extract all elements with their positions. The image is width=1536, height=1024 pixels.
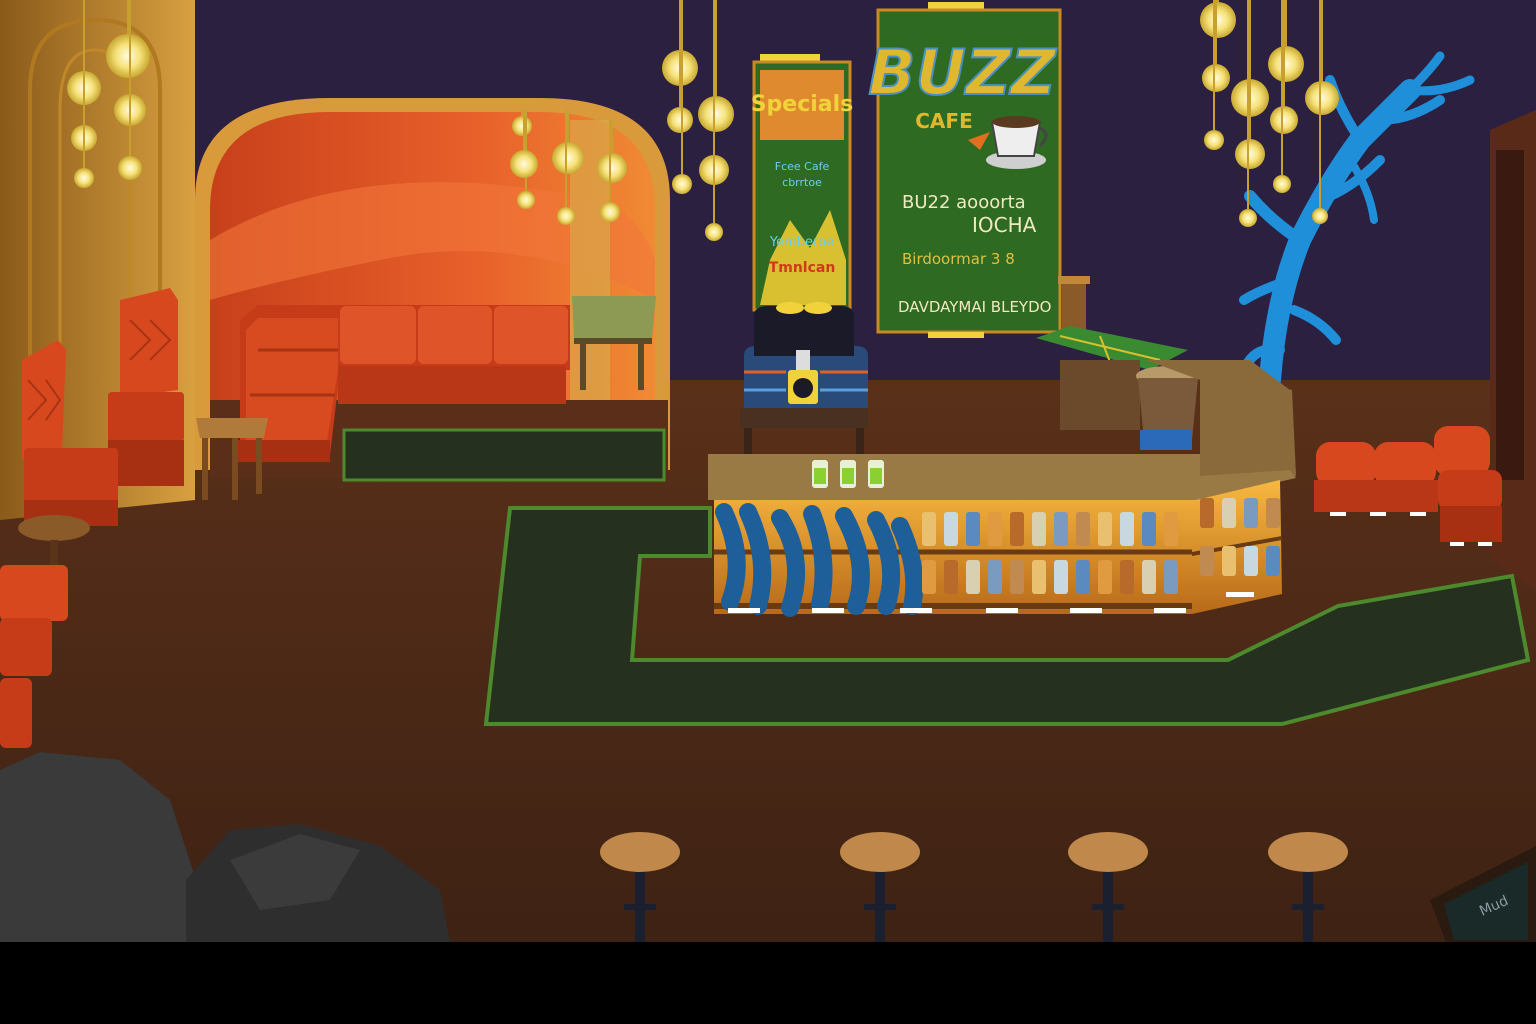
shelf-bottle bbox=[1200, 546, 1214, 576]
right-wall-inset bbox=[1496, 150, 1524, 480]
pendant-lamp bbox=[1200, 2, 1236, 38]
shelf-bottle bbox=[1142, 560, 1156, 594]
specials-scribble-2: cbrrtoe bbox=[782, 176, 822, 189]
small-wooden-table[interactable] bbox=[196, 418, 268, 500]
shelf-bottle bbox=[1076, 560, 1090, 594]
shelf-bottle bbox=[922, 560, 936, 594]
pendant-lamp bbox=[74, 168, 94, 188]
pendant-lamp bbox=[552, 142, 584, 174]
shelf-bottle bbox=[1164, 512, 1178, 546]
pendant-lamp bbox=[1239, 209, 1257, 227]
pendant-lamp bbox=[698, 96, 734, 132]
pendant-lamp bbox=[106, 34, 150, 78]
shelf-bottle bbox=[944, 560, 958, 594]
shelf-bottle bbox=[944, 512, 958, 546]
shelf-bottle bbox=[966, 512, 980, 546]
drink-liquid bbox=[870, 468, 882, 484]
shelf-bottle bbox=[1054, 560, 1068, 594]
shelf-bottle bbox=[988, 560, 1002, 594]
alcove-rug bbox=[342, 428, 666, 482]
specials-bottom-1: Yemberoe bbox=[769, 235, 834, 250]
pendant-lamp bbox=[1235, 139, 1265, 169]
menu-line-4: DAVDAYMAI BLEYDO bbox=[898, 298, 1051, 316]
specials-title: Specials bbox=[751, 92, 854, 117]
specials-scribble-1: Fcee Cafe bbox=[775, 160, 830, 173]
shelf-bottle bbox=[1098, 512, 1112, 546]
pendant-lamp bbox=[510, 150, 538, 178]
buzz-title: BUZZ bbox=[868, 36, 1057, 109]
specials-bottom-2: Tmnlcan bbox=[769, 260, 836, 276]
specials-sign: Specials Fcee Cafe cbrrtoe Yemberoe Tmnl… bbox=[751, 54, 854, 312]
shelf-bottle bbox=[1142, 512, 1156, 546]
shelf-bottle bbox=[1120, 512, 1134, 546]
pendant-lamp bbox=[1268, 46, 1304, 82]
pendant-lamp bbox=[557, 207, 575, 225]
pendant-lamp bbox=[1204, 130, 1224, 150]
cafe-scene-canvas: Specials Fcee Cafe cbrrtoe Yemberoe Tmnl… bbox=[0, 0, 1536, 1024]
pendant-lamp bbox=[705, 223, 723, 241]
shelf-bottle bbox=[1244, 498, 1258, 528]
shelf-bottle bbox=[1076, 512, 1090, 546]
shelf-bottle bbox=[1032, 560, 1046, 594]
shelf-bottle bbox=[1010, 560, 1024, 594]
shelf-bottle bbox=[1244, 546, 1258, 576]
shelf-bottle bbox=[922, 512, 936, 546]
pendant-lamp bbox=[600, 202, 620, 222]
pendant-lamp bbox=[1305, 81, 1339, 115]
cafe-subtitle: CAFE bbox=[915, 109, 972, 133]
menu-line-1: BU22 aooorta bbox=[902, 192, 1026, 213]
pendant-lamp bbox=[118, 156, 142, 180]
shelf-bottle bbox=[1200, 498, 1214, 528]
pendant-lamp bbox=[1312, 208, 1328, 224]
buzz-cafe-sign: BUZZ CAFE BU22 aooorta IOCHA Birdoormar … bbox=[867, 2, 1062, 338]
pendant-lamp bbox=[667, 107, 693, 133]
right-sofa[interactable] bbox=[1314, 442, 1438, 516]
shelf-bottle bbox=[1098, 560, 1112, 594]
cafe-scene: Specials Fcee Cafe cbrrtoe Yemberoe Tmnl… bbox=[0, 0, 1536, 1024]
pendant-lamp bbox=[512, 116, 532, 136]
shelf-bottle bbox=[1120, 560, 1134, 594]
shelf-bottle bbox=[1266, 498, 1280, 528]
shelf-bottle bbox=[1010, 512, 1024, 546]
pendant-lamp bbox=[672, 174, 692, 194]
pendant-lamp bbox=[1270, 106, 1298, 134]
shelf-bottle bbox=[1032, 512, 1046, 546]
shelf-bottle bbox=[1222, 498, 1236, 528]
menu-line-2: IOCHA bbox=[972, 213, 1037, 237]
shelf-bottle bbox=[988, 512, 1002, 546]
drink-liquid bbox=[842, 468, 854, 484]
pendant-lamp bbox=[517, 191, 535, 209]
pendant-lamp bbox=[597, 153, 627, 183]
shelf-bottle bbox=[1266, 546, 1280, 576]
shelf-bottle bbox=[966, 560, 980, 594]
counter-drinks bbox=[812, 460, 884, 488]
bottom-letterbox bbox=[0, 942, 1536, 1024]
shelf-bottle bbox=[1222, 546, 1236, 576]
shelf-bottle bbox=[1164, 560, 1178, 594]
menu-line-3: Birdoormar 3 8 bbox=[902, 250, 1015, 268]
drink-liquid bbox=[814, 468, 826, 484]
pendant-lamp bbox=[1202, 64, 1230, 92]
shelf-bottle bbox=[1054, 512, 1068, 546]
pendant-lamp bbox=[1273, 175, 1291, 193]
